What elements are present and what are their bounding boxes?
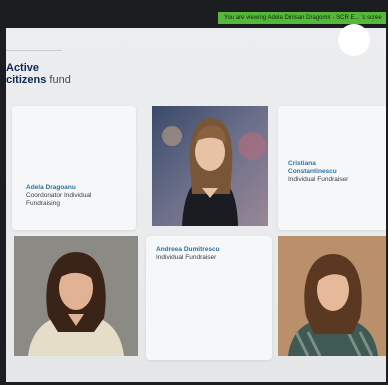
monitor-frame: You are viewing Adela Dinisan Dragomir -… <box>0 0 388 385</box>
team-member-role: Individual Fundraiser <box>156 254 217 261</box>
brand-logo[interactable]: Active citizens fund <box>6 62 71 86</box>
header-divider <box>6 50 62 51</box>
team-card-andreea[interactable]: Andreea Dumitrescu Individual Fundraiser <box>146 236 272 360</box>
brand-line2-light: fund <box>46 74 71 86</box>
shared-screen: You are viewing Adela Dinisan Dragomir -… <box>6 10 386 382</box>
screen-share-banner: You are viewing Adela Dinisan Dragomir -… <box>218 12 386 24</box>
team-member-name: Cristiana <box>288 160 316 167</box>
team-photo-4 <box>14 236 138 356</box>
team-member-name: Adela Dragoanu <box>26 184 76 191</box>
team-card-cristiana[interactable]: Cristiana Constantinescu Individual Fund… <box>278 106 386 230</box>
brand-line2-bold: citizens <box>6 74 47 86</box>
team-photo-2 <box>152 106 268 226</box>
team-member-name: Andreea Dumitrescu <box>156 246 220 253</box>
team-card-adela[interactable]: Adela Dragoanu Coordonator Individual Fu… <box>12 106 136 230</box>
brand-line1: Active <box>6 62 40 74</box>
team-member-role: Coordonator Individual <box>26 192 92 199</box>
team-member-role: Individual Fundraiser <box>288 176 349 183</box>
team-photo-6 <box>278 236 386 356</box>
team-member-name-cont: Constantinescu <box>288 168 337 175</box>
record-indicator <box>338 24 370 56</box>
team-member-role-cont: Fundraising <box>26 200 60 207</box>
